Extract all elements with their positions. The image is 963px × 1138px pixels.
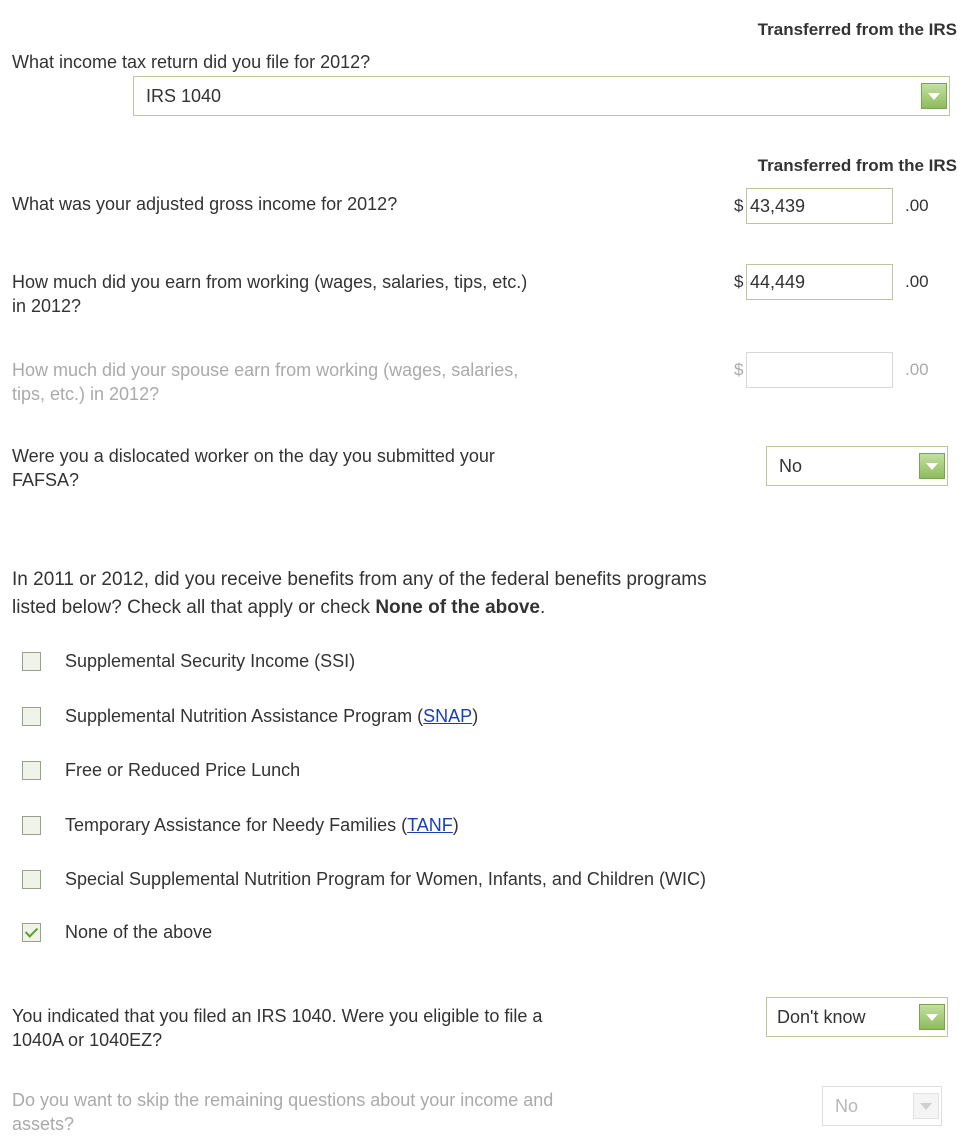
eligible-1040a-select[interactable]: Don't know	[766, 997, 948, 1037]
chevron-down-icon[interactable]	[919, 453, 945, 479]
spouse-earned-question-line2: tips, etc.) in 2012?	[12, 384, 160, 404]
dislocated-question-line2: FAFSA?	[12, 470, 80, 490]
earned-input[interactable]	[746, 264, 893, 300]
checkbox-lunch[interactable]	[22, 761, 41, 780]
benefits-intro-line1: In 2011 or 2012, did you receive benefit…	[12, 569, 707, 590]
benefits-question: In 2011 or 2012, did you receive benefit…	[12, 566, 707, 622]
dislocated-select[interactable]: No	[766, 446, 948, 486]
agi-input[interactable]	[746, 188, 893, 224]
benefit-label: Free or Reduced Price Lunch	[65, 760, 301, 780]
benefit-label-suffix: )	[472, 706, 479, 726]
eligible-question-line2: 1040A or 1040EZ?	[12, 1030, 163, 1050]
spouse-earned-question: How much did your spouse earn from worki…	[12, 358, 518, 406]
chevron-down-icon[interactable]	[919, 1004, 945, 1030]
benefit-option-tanf[interactable]: Temporary Assistance for Needy Families …	[22, 815, 459, 836]
skip-selected-value: No	[835, 1095, 859, 1116]
tax-return-selected-value: IRS 1040	[146, 85, 222, 106]
benefit-label-suffix: )	[452, 815, 459, 835]
chevron-down-icon[interactable]	[913, 1093, 939, 1119]
spouse-earned-field-group: $ .00	[734, 352, 929, 388]
benefit-label: Supplemental Security Income (SSI)	[65, 651, 356, 671]
earned-cents: .00	[905, 272, 929, 291]
benefit-option-ssi[interactable]: Supplemental Security Income (SSI)	[22, 651, 355, 672]
earned-question-line1: How much did you earn from working (wage…	[12, 272, 528, 292]
benefits-intro-line2: listed below? Check all that apply or ch…	[12, 594, 707, 622]
eligible-question-line1: You indicated that you filed an IRS 1040…	[12, 1006, 543, 1026]
checkbox-tanf[interactable]	[22, 816, 41, 835]
agi-cents: .00	[905, 196, 929, 215]
skip-question-line2: assets?	[12, 1114, 75, 1134]
agi-field-group: $ .00	[734, 188, 929, 224]
snap-link[interactable]: SNAP	[423, 706, 472, 727]
benefits-intro-text: listed below? Check all that apply or ch…	[12, 597, 376, 618]
checkbox-snap[interactable]	[22, 707, 41, 726]
spouse-earned-question-line1: How much did your spouse earn from worki…	[12, 360, 519, 380]
checkbox-wic[interactable]	[22, 870, 41, 889]
dislocated-question-line1: Were you a dislocated worker on the day …	[12, 446, 495, 466]
spouse-earned-cents: .00	[905, 360, 929, 379]
earned-question-line2: in 2012?	[12, 296, 82, 316]
eligible-selected-value: Don't know	[777, 1006, 866, 1027]
benefit-label: Temporary Assistance for Needy Families …	[65, 815, 408, 835]
tanf-link[interactable]: TANF	[407, 815, 453, 836]
benefit-option-none[interactable]: None of the above	[22, 922, 212, 943]
irs-transfer-label: Transferred from the IRS	[757, 20, 957, 39]
agi-currency: $	[734, 196, 744, 215]
benefit-option-snap[interactable]: Supplemental Nutrition Assistance Progra…	[22, 706, 478, 727]
dislocated-question: Were you a dislocated worker on the day …	[12, 444, 495, 492]
eligible-1040a-question: You indicated that you filed an IRS 1040…	[12, 1004, 542, 1052]
agi-question: What was your adjusted gross income for …	[12, 194, 398, 214]
skip-question-line1: Do you want to skip the remaining questi…	[12, 1090, 554, 1110]
benefit-label: None of the above	[65, 922, 213, 942]
checkbox-none-checked[interactable]	[22, 923, 41, 942]
earned-currency: $	[734, 272, 744, 291]
chevron-down-icon[interactable]	[921, 83, 947, 109]
benefit-option-wic[interactable]: Special Supplemental Nutrition Program f…	[22, 869, 706, 890]
spouse-earned-input[interactable]	[746, 352, 893, 388]
benefit-label: Special Supplemental Nutrition Program f…	[65, 869, 706, 889]
earned-field-group: $ .00	[734, 264, 929, 300]
earned-question: How much did you earn from working (wage…	[12, 270, 527, 318]
tax-return-question: What income tax return did you file for …	[12, 52, 371, 72]
irs-transfer-label-2: Transferred from the IRS	[757, 156, 957, 175]
benefit-label: Supplemental Nutrition Assistance Progra…	[65, 706, 424, 726]
tax-return-select[interactable]: IRS 1040	[133, 76, 950, 116]
spouse-earned-currency: $	[734, 360, 744, 379]
checkbox-ssi[interactable]	[22, 652, 41, 671]
benefits-intro-suffix: .	[540, 597, 546, 618]
dislocated-selected-value: No	[779, 455, 803, 476]
benefit-option-lunch[interactable]: Free or Reduced Price Lunch	[22, 760, 300, 781]
benefits-intro-bold: None of the above	[375, 597, 540, 618]
skip-remaining-question: Do you want to skip the remaining questi…	[12, 1088, 553, 1136]
skip-remaining-select[interactable]: No	[822, 1086, 942, 1126]
